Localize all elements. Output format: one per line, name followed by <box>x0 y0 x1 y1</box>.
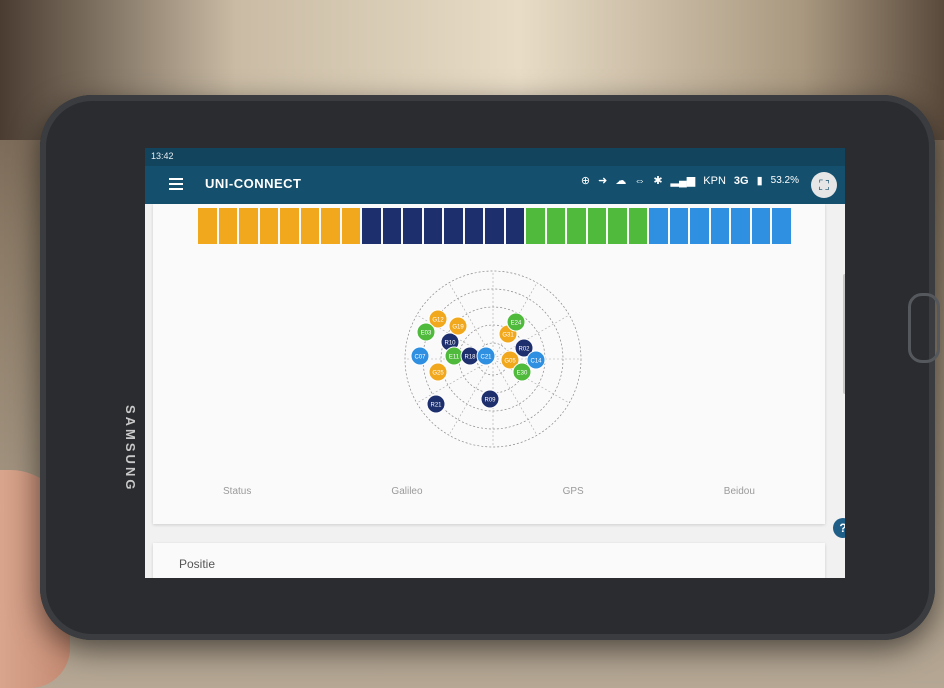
satellite-label: G05 <box>504 359 516 365</box>
satellite-marker[interactable]: G19 <box>448 316 468 336</box>
satellite-marker[interactable]: C14 <box>526 350 546 370</box>
signal-bar-gps <box>239 208 258 244</box>
satellite-marker[interactable]: C07 <box>410 346 430 366</box>
signal-bar-gps <box>321 208 340 244</box>
menu-icon[interactable] <box>169 178 183 190</box>
status-bar: 13:42 <box>145 148 845 166</box>
satellite-label: E24 <box>511 321 522 327</box>
signal-bar-beidou <box>772 208 791 244</box>
positie-card[interactable]: Positie <box>153 543 825 578</box>
satellite-marker[interactable]: C21 <box>476 346 496 366</box>
satellite-label: G19 <box>452 325 464 331</box>
gps-icon: ⊕ <box>580 175 591 187</box>
tab-status[interactable]: Status <box>223 486 251 497</box>
signal-bar-beidou <box>731 208 750 244</box>
help-button[interactable]: ? <box>833 518 845 538</box>
network-type: 3G <box>733 174 749 187</box>
satellite-label: C14 <box>530 359 542 365</box>
signal-icon: ▂▄▆ <box>670 175 696 187</box>
app-bar: UNI-CONNECT ⊕ ➜ ☁ ⇔ ✱ ▂▄▆ KPN 3G ▮ 53.2%… <box>145 166 845 204</box>
signal-bar-glonass <box>403 208 422 244</box>
tab-beidou[interactable]: Beidou <box>724 486 755 497</box>
signal-bar-gps <box>280 208 299 244</box>
signal-bar-glonass <box>382 208 402 244</box>
satellite-label: C21 <box>480 355 492 361</box>
satellite-marker[interactable]: R09 <box>480 389 500 409</box>
signal-bar-glonass <box>423 208 443 244</box>
home-button[interactable] <box>908 293 940 363</box>
satellite-label: R21 <box>430 403 442 409</box>
appbar-icons: ⊕ ➜ ☁ ⇔ ✱ ▂▄▆ KPN 3G ▮ 53.2% <box>580 174 799 188</box>
satellite-label: G12 <box>432 318 444 324</box>
satellite-marker[interactable]: R21 <box>426 394 446 414</box>
satellite-marker[interactable]: R18 <box>460 346 480 366</box>
battery-label: 53.2% <box>770 175 799 186</box>
satellite-marker[interactable]: E24 <box>506 312 526 332</box>
satellite-label: R02 <box>518 347 530 353</box>
satellite-label: G31 <box>502 333 514 339</box>
scrollbar[interactable] <box>843 274 845 394</box>
status-time: 13:42 <box>151 151 174 161</box>
fullscreen-icon[interactable]: ⛶ <box>811 172 837 198</box>
satellite-marker[interactable]: G25 <box>428 362 448 382</box>
tab-galileo[interactable]: Galileo <box>391 486 422 497</box>
satellite-label: R10 <box>444 341 456 347</box>
signal-bar-gps <box>218 208 238 244</box>
signal-bar-beidou <box>669 208 689 244</box>
cloud-icon: ☁ <box>615 175 627 187</box>
satellite-marker[interactable]: E03 <box>416 322 436 342</box>
satellite-marker[interactable]: E11 <box>444 346 464 366</box>
signal-bar-galileo <box>628 208 648 244</box>
satellite-label: E11 <box>449 355 460 361</box>
signal-bar-glonass <box>444 208 463 244</box>
tab-gps[interactable]: GPS <box>563 486 584 497</box>
satellite-label: E30 <box>517 371 528 377</box>
signal-bar-gps <box>341 208 361 244</box>
satellite-label: G25 <box>432 371 444 377</box>
sky-plot: G12 E03 R10 C07 G25 E11 R18 C21 G31 E24 R02C14 G05E… <box>404 270 582 448</box>
signal-card: G12 E03 R10 C07 G25 E11 R18 C21 G31 E24 R02 C14 G05 E… <box>153 204 845 524</box>
signal-bar-beidou <box>710 208 730 244</box>
screen: 13:42 UNI-CONNECT ⊕ ➜ ☁ ⇔ ✱ ▂▄▆ KPN 3G ▮… <box>145 148 845 578</box>
network-label: KPN <box>703 174 726 187</box>
battery-icon: ▮ <box>756 175 763 187</box>
signal-bar-gps <box>259 208 279 244</box>
signal-bar-beidou <box>751 208 771 244</box>
link-icon: ⇔ <box>634 174 646 187</box>
satellite-label: R18 <box>464 355 476 361</box>
satellite-label: C07 <box>414 355 426 361</box>
signal-bar-gps <box>198 208 217 244</box>
satellite-label: R09 <box>484 398 496 404</box>
signal-bar-gps <box>300 208 320 244</box>
device-brand: SAMSUNG <box>123 405 138 493</box>
signal-bar-glonass <box>505 208 525 244</box>
positie-label: Positie <box>179 557 216 571</box>
signal-bar-beidou <box>690 208 709 244</box>
signal-bar-chart <box>198 208 793 244</box>
signal-bar-glonass <box>485 208 504 244</box>
constellation-tabs: Status Galileo GPS Beidou <box>153 486 825 497</box>
signal-bar-glonass <box>464 208 484 244</box>
signal-bar-galileo <box>567 208 586 244</box>
satellite-marker[interactable]: E30 <box>512 362 532 382</box>
signal-bar-galileo <box>587 208 607 244</box>
bluetooth-icon: ✱ <box>653 175 663 187</box>
signal-bar-glonass <box>362 208 381 244</box>
signal-bar-beidou <box>649 208 668 244</box>
signal-bar-galileo <box>608 208 627 244</box>
satellite-label: E03 <box>421 331 432 337</box>
arrow-icon: ➜ <box>598 175 608 187</box>
signal-bar-galileo <box>546 208 566 244</box>
app-title: UNI-CONNECT <box>205 176 302 191</box>
signal-bar-galileo <box>526 208 545 244</box>
